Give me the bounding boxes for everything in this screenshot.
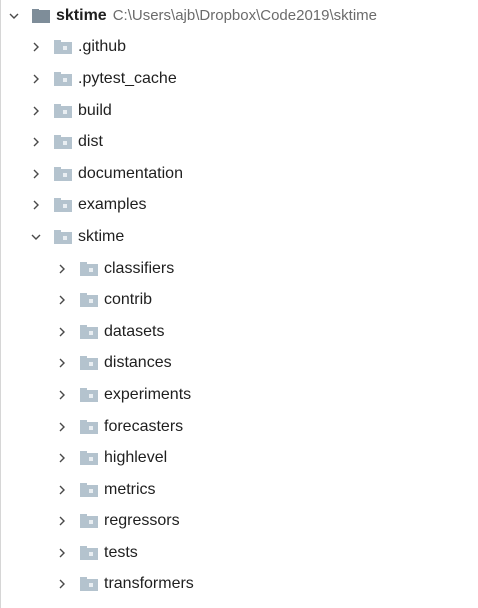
tree-row-distances[interactable]: distances [0, 348, 478, 380]
tree-row-classifiers[interactable]: classifiers [0, 253, 478, 285]
project-tree: sktime C:\Users\ajb\Dropbox\Code2019\skt… [0, 0, 478, 600]
chevron-right-icon[interactable] [54, 261, 70, 277]
folder-label: documentation [78, 164, 183, 182]
tree-row-pytest-cache[interactable]: .pytest_cache [0, 63, 478, 95]
folder-label: metrics [104, 480, 156, 498]
folder-icon [80, 261, 98, 276]
folder-label: dist [78, 133, 103, 151]
folder-icon [80, 356, 98, 371]
chevron-right-icon[interactable] [54, 450, 70, 466]
tree-row-dist[interactable]: dist [0, 126, 478, 158]
folder-icon [80, 482, 98, 497]
chevron-right-icon[interactable] [54, 387, 70, 403]
tree-row-build[interactable]: build [0, 95, 478, 127]
project-path: C:\Users\ajb\Dropbox\Code2019\sktime [112, 7, 377, 25]
project-name: sktime [56, 6, 107, 24]
tree-row-metrics[interactable]: metrics [0, 474, 478, 506]
folder-label: contrib [104, 291, 153, 309]
chevron-right-icon[interactable] [54, 482, 70, 498]
folder-label: .github [78, 38, 127, 56]
tree-row-forecasters[interactable]: forecasters [0, 411, 478, 443]
folder-icon [54, 166, 72, 181]
tree-row-tests[interactable]: tests [0, 537, 478, 569]
folder-icon [54, 198, 72, 213]
tree-row-transformers[interactable]: transformers [0, 569, 478, 601]
tree-row-highlevel[interactable]: highlevel [0, 442, 478, 474]
folder-icon [54, 103, 72, 118]
folder-label: forecasters [104, 417, 184, 435]
tree-row-sktime[interactable]: sktime [0, 221, 478, 253]
folder-icon [80, 419, 98, 434]
tree-row-documentation[interactable]: documentation [0, 158, 478, 190]
tree-row-root[interactable]: sktime C:\Users\ajb\Dropbox\Code2019\skt… [0, 0, 478, 32]
folder-label: tests [104, 543, 138, 561]
folder-icon [80, 514, 98, 529]
folder-icon [54, 135, 72, 150]
folder-label: transformers [104, 575, 194, 593]
chevron-right-icon[interactable] [54, 545, 70, 561]
sktime-children-list: classifiers contrib datasets distances exper… [0, 253, 478, 601]
chevron-right-icon[interactable] [28, 103, 44, 119]
chevron-right-icon[interactable] [54, 355, 70, 371]
folder-icon [80, 387, 98, 402]
root-children-list: .github .pytest_cachebuild dist documentati… [0, 32, 478, 253]
folder-icon [54, 71, 72, 86]
chevron-down-icon[interactable] [28, 229, 44, 245]
folder-icon [80, 451, 98, 466]
folder-label: datasets [104, 322, 165, 340]
chevron-down-icon[interactable] [6, 8, 22, 24]
folder-label: distances [104, 354, 172, 372]
folder-icon [32, 8, 50, 23]
folder-label: sktime [78, 227, 125, 245]
chevron-right-icon[interactable] [28, 71, 44, 87]
chevron-right-icon[interactable] [54, 324, 70, 340]
chevron-right-icon[interactable] [28, 197, 44, 213]
chevron-right-icon[interactable] [28, 134, 44, 150]
folder-icon [54, 40, 72, 55]
tree-row-contrib[interactable]: contrib [0, 284, 478, 316]
tree-row-regressors[interactable]: regressors [0, 506, 478, 538]
chevron-right-icon[interactable] [54, 576, 70, 592]
folder-icon [54, 229, 72, 244]
folder-label: examples [78, 196, 147, 214]
chevron-right-icon[interactable] [28, 39, 44, 55]
tree-row-examples[interactable]: examples [0, 190, 478, 222]
chevron-right-icon[interactable] [28, 166, 44, 182]
folder-icon [80, 293, 98, 308]
tree-row-experiments[interactable]: experiments [0, 379, 478, 411]
tree-row-datasets[interactable]: datasets [0, 316, 478, 348]
tree-row-github[interactable]: .github [0, 32, 478, 64]
folder-label: classifiers [104, 259, 175, 277]
chevron-right-icon[interactable] [54, 419, 70, 435]
folder-icon [80, 324, 98, 339]
folder-label: highlevel [104, 449, 168, 467]
folder-icon [80, 577, 98, 592]
chevron-right-icon[interactable] [54, 513, 70, 529]
folder-label: .pytest_cache [78, 69, 177, 87]
folder-label: regressors [104, 512, 180, 530]
folder-label: build [78, 101, 112, 119]
chevron-right-icon[interactable] [54, 292, 70, 308]
folder-label: experiments [104, 385, 192, 403]
folder-icon [80, 545, 98, 560]
